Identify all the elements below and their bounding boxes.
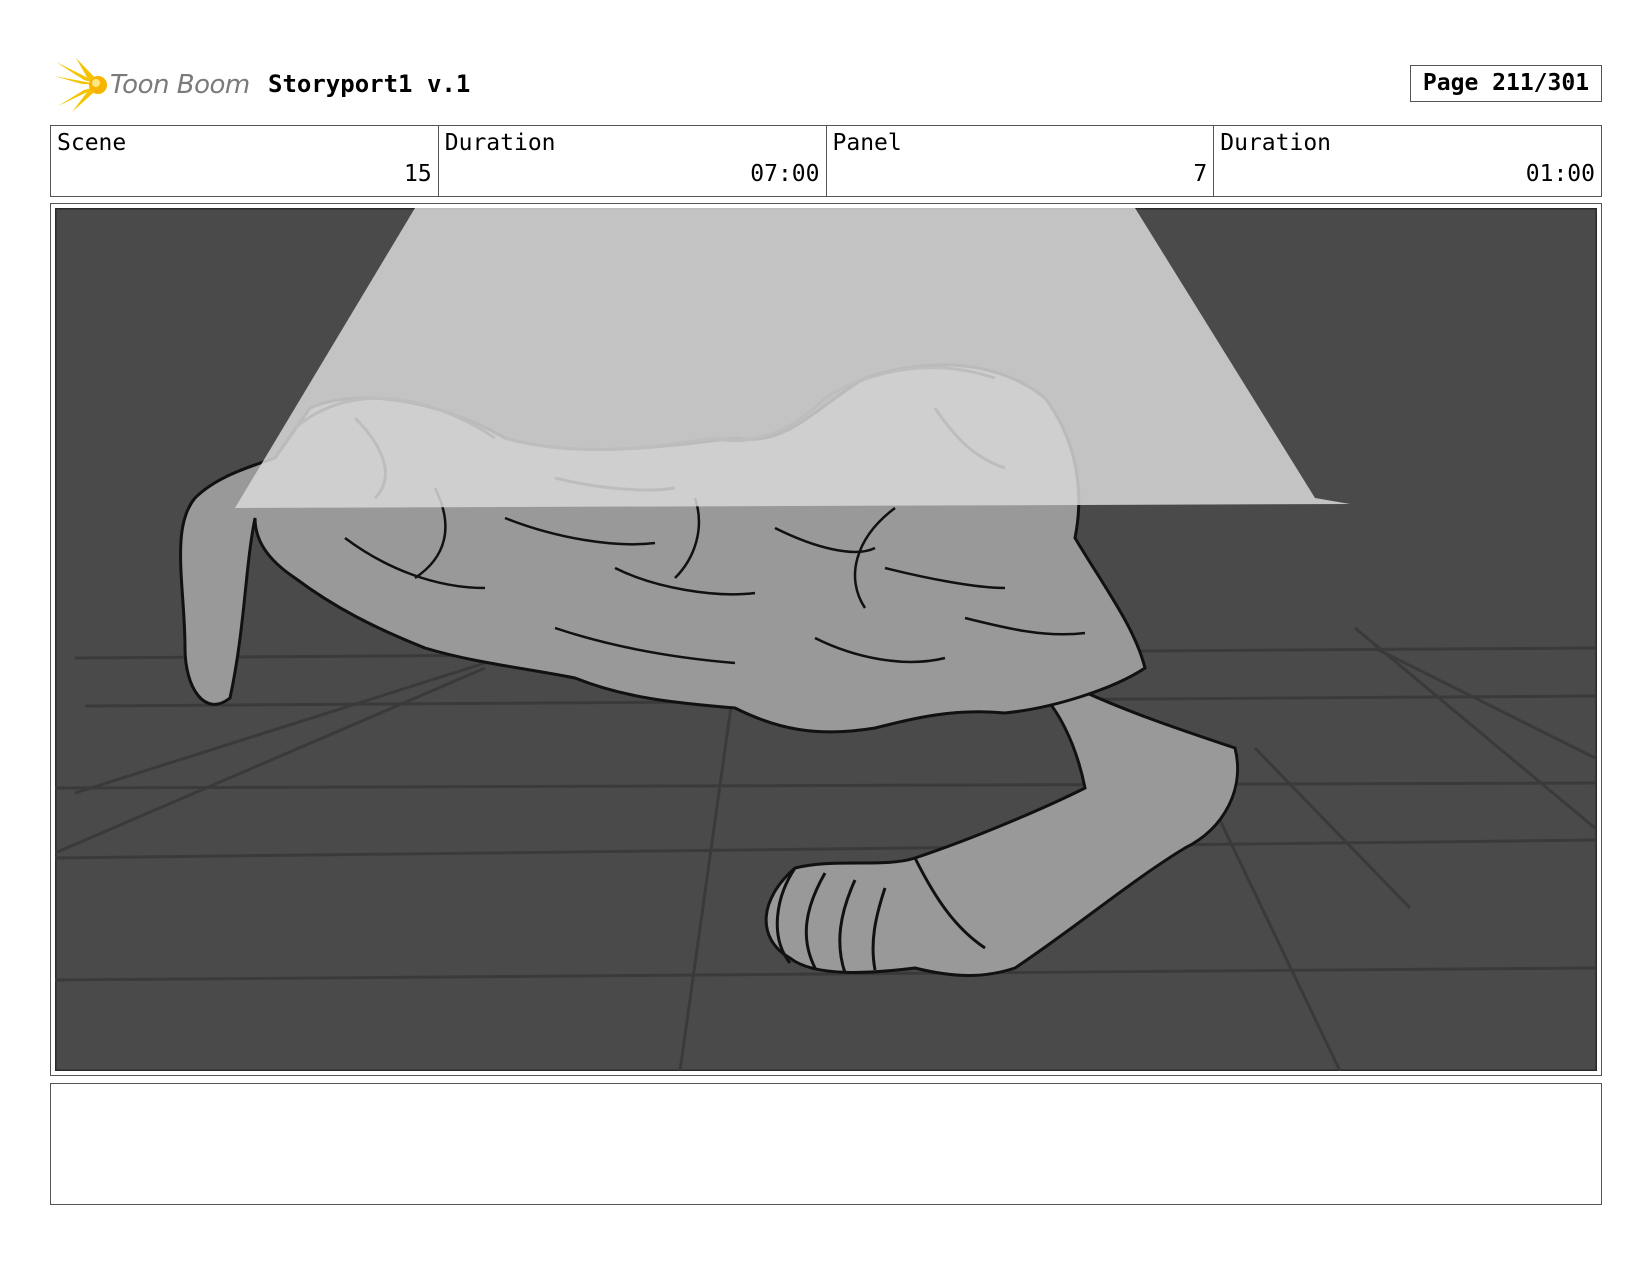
scene-value: 15 xyxy=(404,161,432,187)
scene-duration-value: 07:00 xyxy=(750,161,820,187)
panel-cell: Panel 7 xyxy=(827,126,1215,196)
storyboard-sketch-image xyxy=(55,208,1597,1071)
panel-value: 7 xyxy=(1193,161,1208,187)
project-title: Storyport1 v.1 xyxy=(268,70,471,98)
scene-duration-cell: Duration 07:00 xyxy=(439,126,827,196)
scene-info-table: Scene 15 Duration 07:00 Panel 7 Duration… xyxy=(50,125,1602,197)
panel-frame xyxy=(50,203,1602,1076)
starburst-icon xyxy=(54,58,107,112)
panel-notes-box xyxy=(50,1083,1602,1205)
brand-name: Toon Boom xyxy=(110,70,250,100)
toon-boom-logo: Toon Boom xyxy=(54,58,254,112)
scene-cell: Scene 15 xyxy=(51,126,439,196)
panel-duration-value: 01:00 xyxy=(1525,161,1595,187)
page-indicator: Page 211/301 xyxy=(1410,65,1602,102)
panel-duration-cell: Duration 01:00 xyxy=(1214,126,1601,196)
panel-label: Panel xyxy=(832,130,902,156)
scene-label: Scene xyxy=(57,130,127,156)
panel-duration-label: Duration xyxy=(1220,130,1332,156)
scene-duration-label: Duration xyxy=(444,130,556,156)
